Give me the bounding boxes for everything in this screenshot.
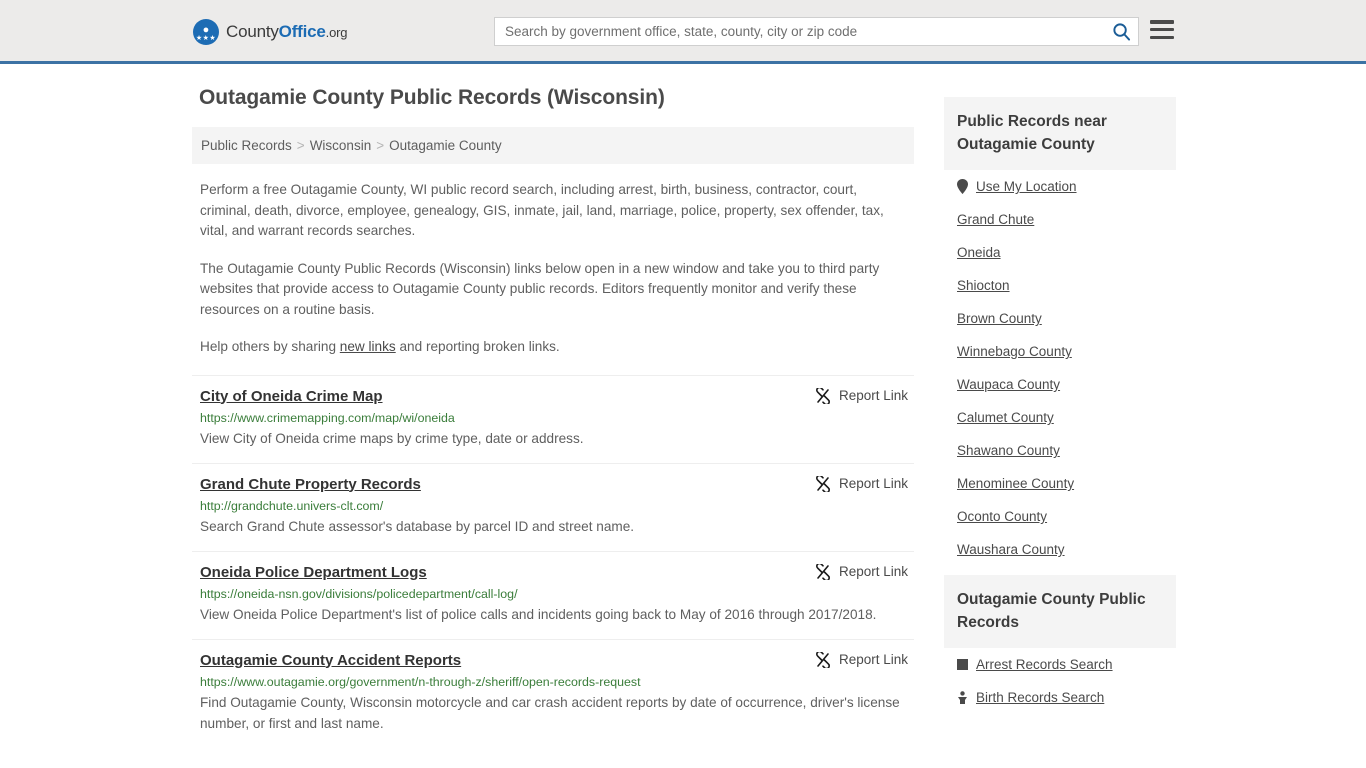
sidebar-item-grand-chute[interactable]: Grand Chute: [944, 203, 1176, 236]
sidebar-item-shawano-county[interactable]: Shawano County: [944, 434, 1176, 467]
search-button[interactable]: [1104, 18, 1138, 45]
result-description: View Oneida Police Department's list of …: [200, 606, 877, 622]
hamburger-bar: [1150, 27, 1174, 32]
sidebar-item-use-my-location[interactable]: Use My Location: [944, 170, 1176, 203]
intro-paragraph-1: Perform a free Outagamie County, WI publ…: [200, 182, 884, 238]
sidebar-link-label[interactable]: Brown County: [957, 311, 1042, 326]
report-link-label: Report Link: [838, 564, 908, 579]
map-pin-icon: [957, 179, 968, 194]
sidebar-link-label[interactable]: Shawano County: [957, 443, 1060, 458]
report-link-button[interactable]: Report Link: [815, 475, 908, 492]
result-url: http://grandchute.univers-clt.com/: [200, 498, 384, 513]
report-link-label: Report Link: [838, 388, 908, 403]
hamburger-menu-icon[interactable]: [1150, 20, 1174, 39]
breadcrumb-item-wisconsin[interactable]: Wisconsin: [310, 138, 372, 153]
result-url: https://oneida-nsn.gov/divisions/policed…: [200, 586, 518, 601]
sidebar: Public Records near Outagamie County Use…: [944, 86, 1176, 714]
result-title-link[interactable]: City of Oneida Crime Map: [200, 388, 383, 405]
broken-chain-link-icon: [815, 475, 830, 492]
sidebar-item-oneida[interactable]: Oneida: [944, 236, 1176, 269]
sidebar-item-brown-county[interactable]: Brown County: [944, 302, 1176, 335]
help-prefix: Help others by sharing: [200, 339, 340, 354]
report-link-button[interactable]: Report Link: [815, 563, 908, 580]
sidebar-item-oconto-county[interactable]: Oconto County: [944, 500, 1176, 533]
sidebar-link-label[interactable]: Calumet County: [957, 410, 1054, 425]
result-url: https://www.outagamie.org/government/n-t…: [200, 674, 641, 689]
arrest-record-icon: [957, 659, 968, 670]
sidebar-link-label[interactable]: Oneida: [957, 245, 1001, 260]
breadcrumb: Public Records > Wisconsin > Outagamie Count…: [192, 127, 914, 164]
result-title-link[interactable]: Outagamie County Accident Reports: [200, 652, 461, 669]
sidebar-link-label[interactable]: Winnebago County: [957, 344, 1072, 359]
report-link-label: Report Link: [838, 476, 908, 491]
search-input[interactable]: [495, 24, 1104, 39]
sidebar-link-label[interactable]: Waupaca County: [957, 377, 1060, 392]
sidebar-link-label[interactable]: Arrest Records Search: [976, 657, 1113, 672]
sidebar-link-label[interactable]: Menominee County: [957, 476, 1074, 491]
intro-help-line: Help others by sharing new links and rep…: [200, 337, 906, 358]
sidebar-item-birth-records-search[interactable]: Birth Records Search: [944, 681, 1176, 714]
sidebar-item-waupaca-county[interactable]: Waupaca County: [944, 368, 1176, 401]
result-item: Grand Chute Property Records Report Link…: [192, 462, 914, 551]
report-link-button[interactable]: Report Link: [815, 387, 908, 404]
breadcrumb-separator: >: [376, 138, 385, 153]
sidebar-item-winnebago-county[interactable]: Winnebago County: [944, 335, 1176, 368]
result-title-link[interactable]: Grand Chute Property Records: [200, 476, 421, 493]
page-body: Outagamie County Public Records (Wiscons…: [0, 64, 1366, 748]
result-description: View City of Oneida crime maps by crime …: [200, 430, 584, 446]
sidebar-item-arrest-records-search[interactable]: Arrest Records Search: [944, 648, 1176, 681]
sidebar-link-label[interactable]: Birth Records Search: [976, 690, 1104, 705]
result-description: Find Outagamie County, Wisconsin motorcy…: [200, 694, 900, 731]
main-column: Outagamie County Public Records (Wiscons…: [192, 86, 914, 748]
logo-text-part1: County: [226, 22, 279, 41]
result-item: City of Oneida Crime Map Report Link htt…: [192, 374, 914, 463]
broken-chain-link-icon: [815, 563, 830, 580]
sidebar-link-label[interactable]: Use My Location: [976, 179, 1077, 194]
broken-chain-link-icon: [815, 387, 830, 404]
sidebar-county-records-list: Arrest Records Search Birth Records Sear…: [944, 648, 1176, 714]
result-item: Outagamie County Accident Reports Report…: [192, 638, 914, 748]
breadcrumb-item-outagamie-county: Outagamie County: [389, 138, 502, 153]
breadcrumb-separator: >: [296, 138, 305, 153]
sidebar-nearby-title: Public Records near Outagamie County: [944, 97, 1176, 170]
help-suffix: and reporting broken links.: [395, 339, 560, 354]
site-logo[interactable]: ● ★★★ CountyOffice.org: [193, 19, 347, 45]
content-container: Outagamie County Public Records (Wiscons…: [192, 64, 1176, 748]
hamburger-bar: [1150, 35, 1174, 39]
birth-record-icon: [957, 691, 968, 704]
sidebar-item-menominee-county[interactable]: Menominee County: [944, 467, 1176, 500]
sidebar-link-label[interactable]: Waushara County: [957, 542, 1065, 557]
hamburger-bar: [1150, 20, 1174, 24]
report-link-label: Report Link: [838, 652, 908, 667]
search-bar: [494, 17, 1139, 46]
page-title: Outagamie County Public Records (Wiscons…: [199, 86, 665, 109]
intro-section: Perform a free Outagamie County, WI publ…: [192, 180, 914, 358]
sidebar-county-records-title: Outagamie County Public Records: [944, 575, 1176, 648]
breadcrumb-item-public-records[interactable]: Public Records: [201, 138, 292, 153]
result-item: Oneida Police Department Logs Report Lin…: [192, 550, 914, 639]
sidebar-item-calumet-county[interactable]: Calumet County: [944, 401, 1176, 434]
sidebar-item-shiocton[interactable]: Shiocton: [944, 269, 1176, 302]
sidebar-link-label[interactable]: Shiocton: [957, 278, 1010, 293]
intro-paragraph-2: The Outagamie County Public Records (Wis…: [200, 260, 880, 317]
results-list: City of Oneida Crime Map Report Link htt…: [192, 374, 914, 748]
result-url: https://www.crimemapping.com/map/wi/onei…: [200, 410, 455, 425]
eagle-shield-logo-icon: ● ★★★: [193, 19, 219, 45]
broken-chain-link-icon: [815, 651, 830, 668]
search-icon: [1112, 23, 1130, 41]
sidebar-link-label[interactable]: Oconto County: [957, 509, 1047, 524]
logo-text-part2: Office: [278, 22, 326, 41]
logo-text-part3: .org: [325, 25, 348, 40]
site-header: ● ★★★ CountyOffice.org: [0, 0, 1366, 64]
result-description: Search Grand Chute assessor's database b…: [200, 518, 635, 534]
logo-text: CountyOffice.org: [226, 22, 347, 42]
result-title-link[interactable]: Oneida Police Department Logs: [200, 564, 427, 581]
report-link-button[interactable]: Report Link: [815, 651, 908, 668]
sidebar-nearby-list: Use My Location Grand Chute Oneida Shioc…: [944, 170, 1176, 566]
new-links-link[interactable]: new links: [340, 339, 396, 354]
sidebar-link-label[interactable]: Grand Chute: [957, 212, 1034, 227]
sidebar-item-waushara-county[interactable]: Waushara County: [944, 533, 1176, 566]
